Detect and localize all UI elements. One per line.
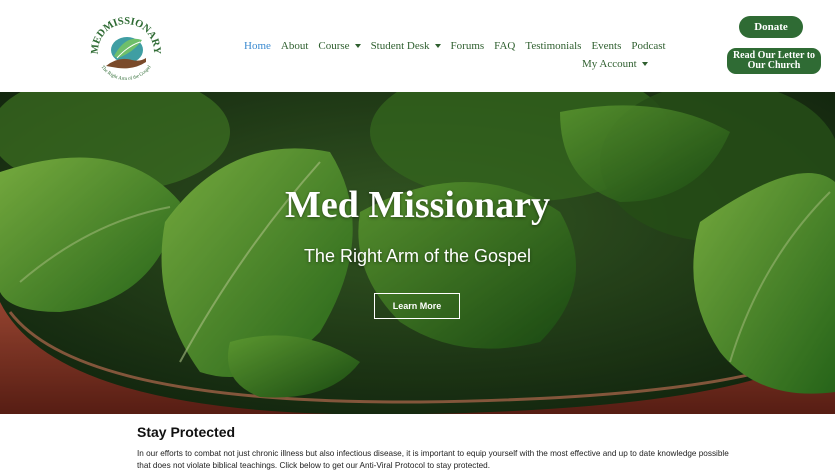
hero-title: Med Missionary bbox=[285, 184, 550, 226]
nav-label-podcast: Podcast bbox=[631, 40, 666, 52]
secondary-navigation: My Account bbox=[582, 58, 658, 70]
section-heading: Stay Protected bbox=[137, 424, 236, 440]
nav-label-testimonials: Testimonials bbox=[525, 40, 582, 52]
nav-label-my-account: My Account bbox=[582, 58, 637, 70]
nav-item-testimonials[interactable]: Testimonials bbox=[525, 40, 581, 52]
donate-button[interactable]: Donate bbox=[739, 16, 803, 38]
learn-more-button-label: Learn More bbox=[392, 301, 442, 311]
nav-item-events[interactable]: Events bbox=[591, 40, 621, 52]
nav-label-forums: Forums bbox=[450, 40, 485, 52]
nav-item-course[interactable]: Course bbox=[318, 40, 361, 52]
nav-label-faq: FAQ bbox=[494, 40, 516, 52]
chevron-down-icon bbox=[641, 62, 648, 66]
nav-label-course: Course bbox=[318, 40, 350, 52]
section-paragraph: In our efforts to combat not just chroni… bbox=[137, 449, 729, 470]
nav-label-home: Home bbox=[244, 40, 271, 52]
nav-item-forums[interactable]: Forums bbox=[451, 40, 485, 52]
donate-button-label: Donate bbox=[754, 21, 788, 33]
main-navigation: Home About Course Student Desk Forums FA… bbox=[244, 40, 676, 52]
nav-item-student-desk[interactable]: Student Desk bbox=[371, 40, 441, 52]
read-letter-button-label: Read Our Letter to Our Church bbox=[732, 50, 816, 71]
site-logo[interactable]: MEDMISSIONARY The Right Arm of the Gospe… bbox=[84, 6, 168, 86]
nav-item-home[interactable]: Home bbox=[244, 40, 271, 52]
nav-item-about[interactable]: About bbox=[281, 40, 309, 52]
chevron-down-icon bbox=[354, 44, 361, 48]
nav-item-my-account[interactable]: My Account bbox=[582, 58, 648, 70]
hand-icon bbox=[106, 58, 146, 69]
learn-more-button[interactable]: Learn More bbox=[374, 293, 460, 319]
read-letter-button[interactable]: Read Our Letter to Our Church bbox=[727, 48, 821, 74]
nav-item-faq[interactable]: FAQ bbox=[494, 40, 515, 52]
logo-emblem: MEDMISSIONARY The Right Arm of the Gospe… bbox=[90, 16, 162, 82]
site-header: MEDMISSIONARY The Right Arm of the Gospe… bbox=[0, 0, 835, 92]
nav-item-podcast[interactable]: Podcast bbox=[631, 40, 665, 52]
hero-subtitle: The Right Arm of the Gospel bbox=[303, 246, 532, 266]
nav-label-about: About bbox=[280, 40, 309, 52]
chevron-down-icon bbox=[434, 44, 441, 48]
nav-label-student-desk: Student Desk bbox=[370, 40, 430, 52]
nav-label-events: Events bbox=[591, 40, 622, 52]
